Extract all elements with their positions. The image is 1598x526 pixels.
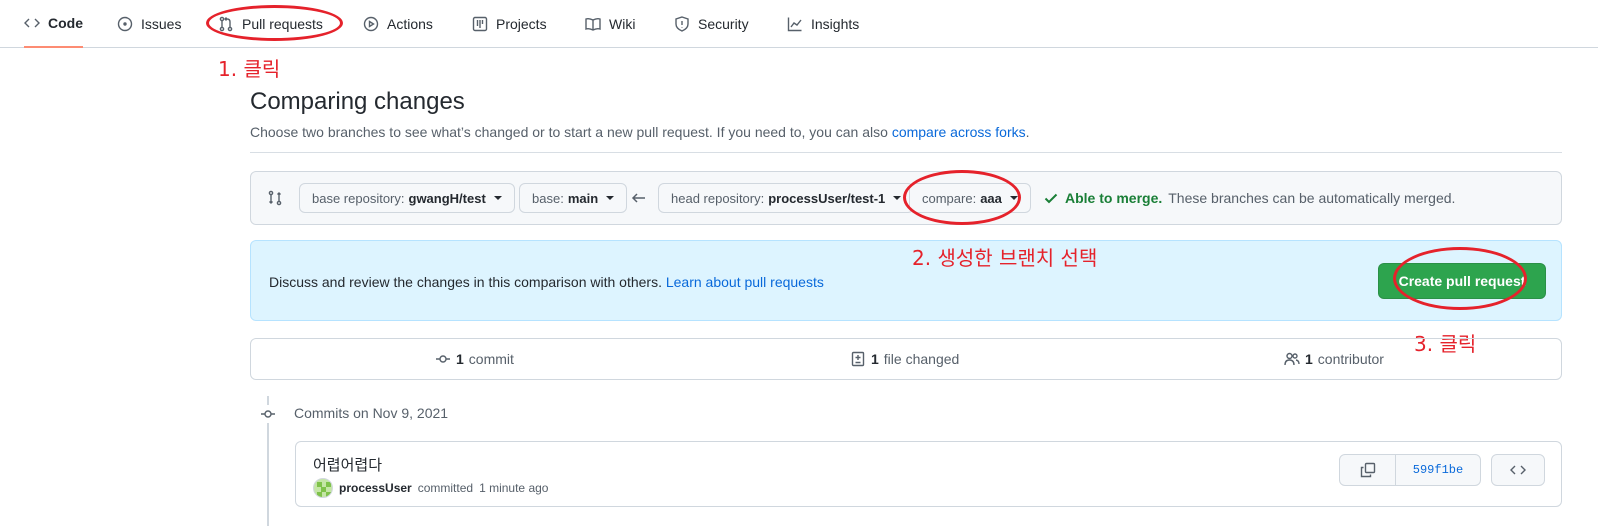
annotation-step-1: 1. 클릭	[218, 57, 281, 81]
code-icon	[24, 18, 40, 28]
contributors-link[interactable]: 1 contributor	[1284, 351, 1384, 367]
tab-issues[interactable]: Issues	[117, 0, 181, 47]
head-repository-select[interactable]: head repository: processUser/test-1	[658, 183, 915, 213]
tab-code[interactable]: Code	[24, 0, 83, 48]
compare-branch-value: aaa	[980, 190, 1002, 206]
files-changed-link[interactable]: 1 file changed	[850, 351, 959, 367]
check-icon	[1044, 193, 1058, 204]
tab-pull-requests-label: Pull requests	[242, 15, 323, 32]
page-description: Choose two branches to see what’s change…	[250, 124, 1030, 140]
divider	[250, 152, 1562, 153]
merge-status-label: Able to merge.	[1065, 190, 1163, 206]
tab-issues-label: Issues	[141, 15, 182, 32]
copy-sha-button[interactable]	[1340, 455, 1396, 485]
repo-nav: Code Issues Pull requests Actions Projec…	[0, 0, 1598, 48]
commits-date-heading: Commits on Nov 9, 2021	[294, 405, 449, 421]
head-repository-value: processUser/test-1	[768, 190, 886, 206]
book-icon	[585, 17, 601, 31]
tab-code-label: Code	[48, 15, 83, 31]
git-pull-request-icon	[219, 16, 233, 31]
tab-wiki[interactable]: Wiki	[585, 0, 635, 47]
commit-message-link[interactable]: 어렵어렵다	[313, 454, 382, 475]
flash-text: Discuss and review the changes in this c…	[269, 274, 666, 290]
tab-insights[interactable]: Insights	[787, 0, 859, 47]
learn-about-pull-requests-link[interactable]: Learn about pull requests	[666, 274, 824, 290]
tab-actions[interactable]: Actions	[363, 0, 433, 47]
caret-down-icon	[893, 196, 902, 200]
files-count: 1	[871, 351, 879, 367]
commit-action: committed	[417, 481, 474, 495]
commits-label: commit	[468, 351, 514, 367]
description-end: .	[1025, 124, 1030, 140]
file-diff-icon	[851, 351, 865, 367]
commit-author[interactable]: processUser	[339, 481, 412, 495]
base-repository-value: gwangH/test	[408, 190, 486, 206]
avatar[interactable]	[313, 478, 333, 498]
compare-summary: 1 commit 1 file changed 1 contributor	[250, 338, 1562, 380]
commit-sha-group: 599f1be	[1339, 454, 1481, 486]
table-icon	[472, 16, 488, 31]
commit-meta: processUser committed 1 minute ago	[313, 478, 548, 498]
copy-icon	[1360, 462, 1375, 478]
tab-security[interactable]: Security	[674, 0, 749, 47]
compare-branch-label: compare:	[922, 190, 977, 206]
caret-down-icon	[606, 196, 615, 200]
browse-repository-button[interactable]	[1491, 454, 1545, 486]
commits-count: 1	[456, 351, 464, 367]
base-branch-value: main	[567, 190, 599, 206]
compare-flash: Discuss and review the changes in this c…	[250, 240, 1562, 321]
contributors-count: 1	[1305, 351, 1313, 367]
graph-icon	[787, 17, 802, 31]
flash-message: Discuss and review the changes in this c…	[269, 274, 824, 290]
description-text: Choose two branches to see what’s change…	[250, 124, 892, 140]
git-commit-icon	[436, 355, 450, 363]
base-repository-select[interactable]: base repository: gwangH/test	[299, 183, 515, 213]
caret-down-icon	[1009, 196, 1018, 200]
compare-across-forks-link[interactable]: compare across forks	[892, 124, 1026, 140]
tab-actions-label: Actions	[387, 15, 433, 32]
play-icon	[363, 16, 379, 31]
create-pull-request-button[interactable]: Create pull request	[1378, 263, 1546, 299]
people-icon	[1284, 352, 1300, 366]
git-commit-icon	[261, 410, 275, 418]
tab-insights-label: Insights	[811, 15, 860, 32]
timeline-node	[259, 405, 277, 423]
commit-item: 어렵어렵다 processUser committed 1 minute ago…	[295, 441, 1562, 507]
base-branch-select[interactable]: base: main	[519, 183, 628, 213]
shield-icon	[675, 15, 689, 32]
base-branch-label: base:	[532, 190, 564, 206]
commits-count-link[interactable]: 1 commit	[435, 351, 514, 367]
annotation-step-2: 2. 생성한 브랜치 선택	[912, 246, 1098, 270]
head-repository-label: head repository:	[671, 190, 765, 206]
merge-status: Able to merge. These branches can be aut…	[1043, 190, 1455, 206]
commit-time: 1 minute ago	[479, 481, 549, 495]
contributors-label: contributor	[1317, 351, 1384, 367]
issue-opened-icon	[117, 16, 133, 31]
git-compare-icon	[268, 190, 282, 206]
compare-branch-select[interactable]: compare: aaa	[909, 183, 1031, 213]
range-editor: base repository: gwangH/test base: main …	[250, 171, 1562, 225]
commit-sha-link[interactable]: 599f1be	[1396, 455, 1480, 485]
tab-projects[interactable]: Projects	[472, 0, 547, 47]
tab-wiki-label: Wiki	[609, 15, 636, 32]
caret-down-icon	[493, 196, 502, 200]
tab-projects-label: Projects	[496, 15, 547, 32]
tab-security-label: Security	[698, 15, 749, 32]
page-title: Comparing changes	[250, 88, 465, 115]
base-repository-label: base repository:	[312, 190, 405, 206]
arrow-left-icon	[631, 193, 645, 203]
merge-status-text: These branches can be automatically merg…	[1168, 190, 1456, 206]
files-label: file changed	[883, 351, 960, 367]
code-icon	[1510, 465, 1526, 475]
tab-pull-requests[interactable]: Pull requests	[218, 0, 323, 47]
